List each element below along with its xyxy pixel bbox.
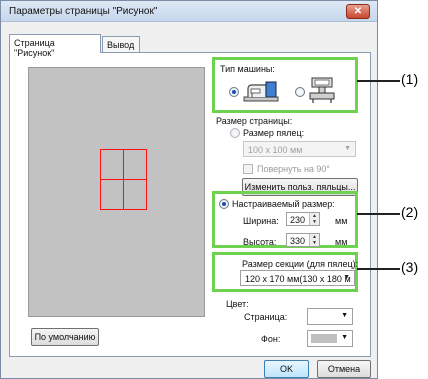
callout-1: (1) <box>401 71 419 87</box>
custom-size-radio[interactable] <box>219 199 229 209</box>
default-button-label: По умолчанию <box>34 332 96 342</box>
width-value: 230 <box>290 215 306 225</box>
machine-embroidery-radio[interactable] <box>295 87 305 97</box>
ok-button[interactable]: OK <box>264 360 309 378</box>
page-color-label: Страница: <box>244 312 288 322</box>
height-stepper[interactable]: 330 ▲ ▼ <box>286 233 320 247</box>
color-label: Цвет: <box>226 299 249 309</box>
tab-label: Страница "Рисунок" <box>14 38 55 58</box>
chevron-down-icon: ▼ <box>344 145 351 152</box>
sewing-machine-icon[interactable] <box>242 79 282 103</box>
callout-1-leader <box>357 80 400 82</box>
page-preview <box>28 67 205 317</box>
close-button[interactable]: ✕ <box>346 4 370 19</box>
chevron-down-icon: ▼ <box>341 334 348 341</box>
title-bar[interactable]: Параметры страницы "Рисунок" ✕ <box>1 1 377 22</box>
callout-3: (3) <box>401 259 419 275</box>
cancel-button[interactable]: Отмена <box>317 360 371 378</box>
default-button[interactable]: По умолчанию <box>31 328 99 346</box>
cancel-button-label: Отмена <box>327 364 361 374</box>
tab-label: Вывод <box>107 40 135 50</box>
callout-2-leader <box>357 213 400 215</box>
embroidery-machine-icon[interactable] <box>308 76 336 104</box>
chevron-down-icon: ▼ <box>343 274 350 281</box>
tab-output[interactable]: Вывод <box>102 36 140 52</box>
width-label: Ширина: <box>243 216 279 226</box>
section-size-value: 120 x 170 мм(130 x 180 м <box>245 274 351 284</box>
close-icon: ✕ <box>353 6 363 17</box>
machine-sewing-radio[interactable] <box>229 87 239 97</box>
chevron-down-icon: ▼ <box>341 312 348 319</box>
callout-3-leader <box>357 268 400 270</box>
height-unit: мм <box>335 237 348 247</box>
spin-arrows-icon[interactable]: ▲ ▼ <box>309 213 319 225</box>
height-value: 330 <box>290 236 306 246</box>
section-divider-horizontal <box>101 179 146 180</box>
width-unit: мм <box>335 216 348 226</box>
hoop-sections-outline <box>100 149 147 210</box>
background-color-select[interactable]: ▼ <box>307 330 353 347</box>
hoop-size-label: Размер пялец: <box>243 128 305 138</box>
width-stepper[interactable]: 230 ▲ ▼ <box>286 212 320 226</box>
ok-button-label: OK <box>279 364 293 374</box>
custom-size-label: Настраиваемый размер: <box>232 199 335 209</box>
tab-page-design[interactable]: Страница "Рисунок" <box>9 34 101 58</box>
page-color-swatch <box>311 312 337 321</box>
callout-2: (2) <box>401 204 419 220</box>
background-color-label: Фон: <box>261 334 281 344</box>
window-title: Параметры страницы "Рисунок" <box>9 6 158 17</box>
height-label: Высота: <box>243 237 277 247</box>
section-size-label: Размер секции (для пялец): <box>242 259 359 269</box>
page-setup-dialog: Параметры страницы "Рисунок" ✕ Страница … <box>0 0 378 379</box>
hoop-size-select[interactable]: 100 x 100 мм ▼ <box>243 141 356 157</box>
page-size-label: Размер страницы: <box>216 116 293 126</box>
section-size-select[interactable]: 120 x 170 мм(130 x 180 м ▼ <box>240 270 355 286</box>
rotate-label: Повернуть на 90° <box>257 164 331 174</box>
hoop-size-radio[interactable] <box>230 128 240 138</box>
page-color-select[interactable]: ▼ <box>307 308 353 325</box>
machine-type-label: Тип машины: <box>220 64 275 74</box>
background-color-swatch <box>311 334 337 343</box>
hoop-size-value: 100 x 100 мм <box>248 145 303 155</box>
spin-arrows-icon[interactable]: ▲ ▼ <box>309 234 319 246</box>
rotate-checkbox[interactable] <box>243 164 253 174</box>
